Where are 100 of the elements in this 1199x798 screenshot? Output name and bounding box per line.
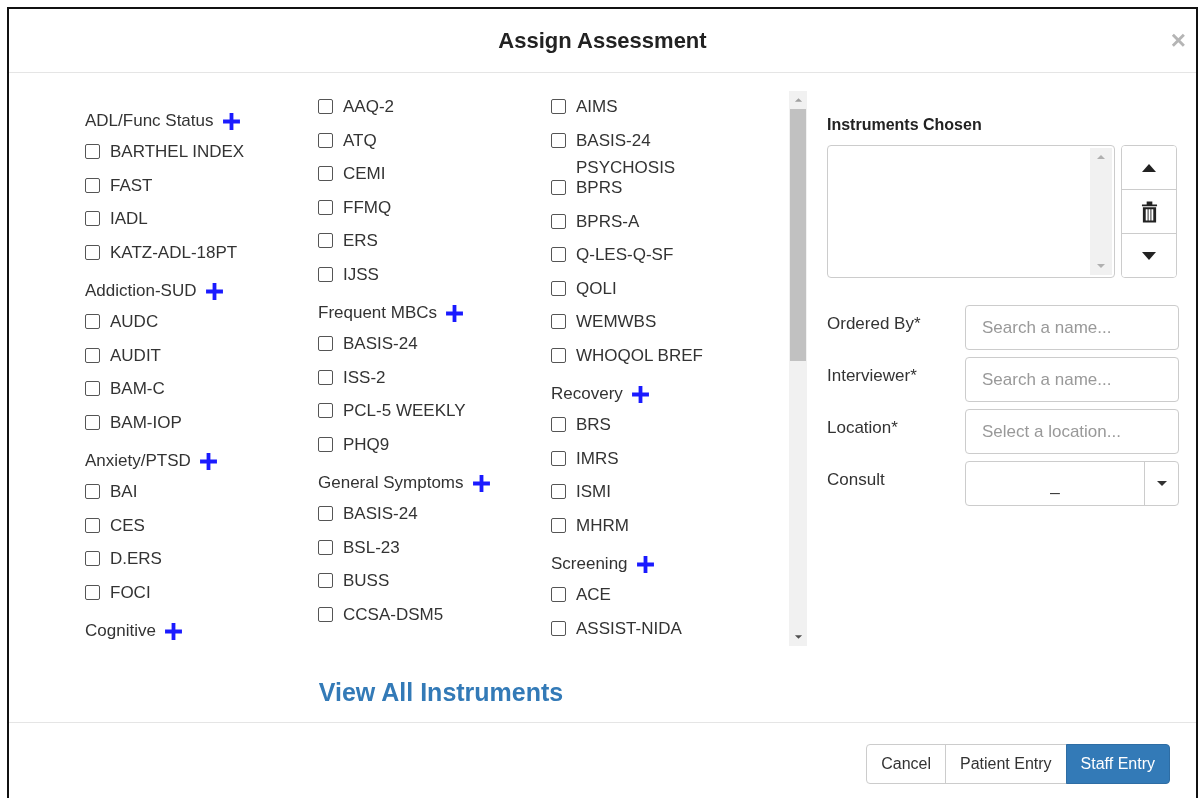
instrument-label: CCSA-DSM5: [343, 603, 444, 626]
checkbox[interactable]: [551, 587, 566, 602]
instrument-label: D.ERS: [110, 548, 162, 570]
checkbox[interactable]: [318, 233, 333, 248]
checkbox[interactable]: [85, 484, 100, 499]
checkbox[interactable]: [318, 403, 333, 418]
instrument-label: QOLI: [576, 277, 617, 300]
instrument-label: AAQ-2: [343, 96, 395, 118]
plus-icon[interactable]: [630, 384, 650, 404]
checkbox[interactable]: [551, 280, 566, 296]
checkbox[interactable]: [85, 551, 100, 566]
checkbox[interactable]: [551, 99, 566, 114]
field-label: Ordered By*: [827, 313, 922, 334]
checkbox[interactable]: [551, 517, 566, 533]
checkbox[interactable]: [85, 517, 100, 533]
button[interactable]: Patient Entry: [945, 744, 1067, 784]
checkbox[interactable]: [318, 132, 333, 148]
instrument-label: AIMS: [576, 96, 618, 118]
checkbox[interactable]: [551, 247, 566, 262]
caret-icon: [1156, 481, 1167, 486]
category-label: Frequent MBCs: [318, 302, 438, 324]
checkbox[interactable]: [551, 450, 566, 466]
instrument-label: KATZ-ADL-18PT: [110, 241, 238, 264]
input-field[interactable]: Search a name...: [965, 357, 1179, 402]
instrument-label: FFMQ: [343, 196, 392, 219]
instrument-label: ISS-2: [343, 366, 386, 389]
trash-icon: [1140, 200, 1158, 223]
move-up-button[interactable]: [1122, 146, 1176, 190]
plus-icon[interactable]: [635, 554, 655, 574]
instrument-label: PHQ9: [343, 433, 390, 456]
dialog-title: Assign Assessment: [498, 27, 707, 54]
category-label: Screening: [551, 553, 628, 575]
checkbox[interactable]: [85, 177, 100, 193]
checkbox[interactable]: [551, 213, 566, 229]
checkbox[interactable]: [85, 414, 100, 430]
checkbox[interactable]: [318, 199, 333, 215]
checkbox[interactable]: [85, 381, 100, 396]
instrument-label: ACE: [576, 584, 611, 606]
primary-button[interactable]: Staff Entry: [1065, 744, 1170, 784]
checkbox[interactable]: [85, 347, 100, 363]
instrument-label: Q-LES-Q-SF: [576, 244, 674, 266]
checkbox[interactable]: [551, 180, 566, 195]
plus-icon[interactable]: [445, 303, 465, 323]
button[interactable]: Cancel: [866, 744, 946, 784]
checkbox[interactable]: [551, 417, 566, 432]
instrument-label: BPRS: [576, 177, 623, 199]
checkbox[interactable]: [551, 347, 566, 363]
input-field[interactable]: Select a location...: [965, 409, 1179, 454]
plus-icon[interactable]: [163, 621, 183, 641]
checkbox[interactable]: [318, 573, 333, 588]
checkbox[interactable]: [85, 144, 100, 159]
checkbox[interactable]: [85, 244, 100, 260]
instrument-label: AUDIT: [110, 344, 161, 367]
checkbox[interactable]: [318, 369, 333, 385]
category-label: General Symptoms: [318, 472, 464, 494]
plus-icon[interactable]: [471, 473, 491, 493]
instrument-label: IJSS: [343, 263, 379, 286]
checkbox[interactable]: [551, 132, 566, 148]
checkbox[interactable]: [318, 336, 333, 351]
instrument-label: BASIS-24: [343, 503, 418, 525]
checkbox[interactable]: [318, 166, 333, 181]
instrument-label: BAM-C: [110, 378, 165, 400]
instrument-label: ISMI: [576, 481, 611, 503]
checkbox[interactable]: [551, 314, 566, 329]
category-label: Recovery: [551, 383, 623, 405]
plus-icon[interactable]: [221, 111, 241, 131]
checkbox[interactable]: [318, 506, 333, 521]
section-label: Instruments Chosen: [827, 116, 983, 134]
instrument-label: BRS: [576, 414, 611, 436]
checkbox[interactable]: [318, 436, 333, 452]
instrument-label: BASIS-24 PSYCHOSIS: [576, 129, 677, 179]
scrollbar[interactable]: [789, 91, 807, 646]
checkbox[interactable]: [85, 314, 100, 329]
category-label: Addiction-SUD: [85, 280, 197, 302]
checkbox[interactable]: [85, 584, 100, 600]
checkbox[interactable]: [551, 620, 566, 636]
checkbox[interactable]: [318, 99, 333, 114]
plus-icon[interactable]: [198, 451, 218, 471]
instrument-label: BPRS-A: [576, 210, 640, 233]
input-field[interactable]: Search a name...: [965, 305, 1179, 350]
category-label: ADL/Func Status: [85, 110, 214, 132]
checkbox[interactable]: [318, 539, 333, 555]
category-label: Anxiety/PTSD: [85, 450, 191, 472]
view-all-link[interactable]: View All Instruments: [318, 678, 564, 707]
instrument-label: BAI: [110, 481, 138, 503]
checkbox[interactable]: [85, 211, 100, 226]
instrument-label: BARTHEL INDEX: [110, 141, 245, 163]
plus-icon[interactable]: [204, 281, 224, 301]
instrument-label: ASSIST-NIDA: [576, 617, 682, 640]
field-label: Location*: [827, 417, 899, 438]
select-field[interactable]: _: [965, 461, 1179, 506]
instrument-label: IADL: [110, 208, 148, 230]
checkbox[interactable]: [318, 606, 333, 622]
instrument-label: PCL-5 WEEKLY: [343, 400, 466, 422]
instrument-label: WEMWBS: [576, 311, 657, 333]
checkbox[interactable]: [318, 266, 333, 282]
checkbox[interactable]: [551, 484, 566, 499]
scroll-down-icon[interactable]: [793, 634, 803, 640]
instrument-label: BAM-IOP: [110, 411, 182, 434]
instrument-label: IMRS: [576, 447, 619, 470]
